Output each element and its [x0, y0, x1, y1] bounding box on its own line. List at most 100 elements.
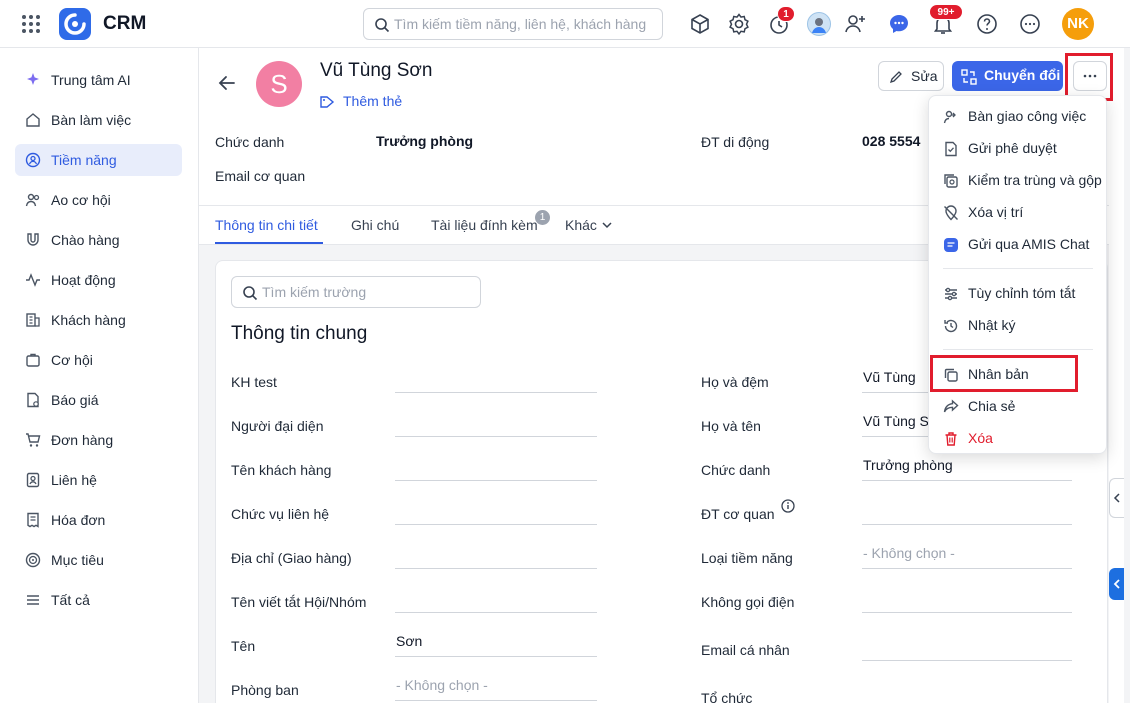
active-tab-indicator [215, 242, 323, 244]
field-label: Phòng ban [231, 682, 299, 698]
section-title: Thông tin chung [231, 323, 368, 344]
field-label: Họ và tên [701, 418, 761, 434]
field-input[interactable] [395, 453, 597, 481]
users-icon [25, 193, 40, 207]
sidebar-item-11[interactable]: Liên hệ [15, 464, 182, 496]
menu-item-7[interactable]: Nhật ký [929, 310, 1108, 342]
menu-item-4[interactable]: Xóa vị trí [929, 197, 1108, 229]
field-value: Vũ Tùng S [863, 413, 929, 429]
summary-mobile-value: 028 5554 [862, 133, 921, 149]
messenger-icon[interactable] [887, 12, 911, 36]
menu-item-1[interactable]: Bàn giao công việc [929, 101, 1108, 133]
expand-panel-handle[interactable] [1109, 568, 1125, 600]
sidebar-item-4[interactable]: Ao cơ hội [15, 184, 182, 216]
sidebar-item-label: Hóa đơn [51, 512, 106, 528]
edit-button[interactable]: Sửa [878, 61, 944, 91]
more-circle-icon[interactable] [1018, 12, 1042, 36]
highlight-more-button [1065, 53, 1113, 101]
global-search[interactable] [363, 8, 663, 40]
sidebar-item-14[interactable]: Tất cả [15, 584, 182, 616]
menu-item-label: Xóa [968, 430, 993, 446]
field-input[interactable] [862, 681, 1072, 703]
add-tag-label: Thêm thẻ [343, 93, 403, 109]
field-input[interactable] [862, 585, 1072, 613]
sidebar-item-label: Liên hệ [51, 472, 97, 488]
field-label: Địa chỉ (Giao hàng) [231, 550, 352, 566]
menu-item-5[interactable]: Gửi qua AMIS Chat [929, 229, 1108, 261]
menu-item-label: Tùy chỉnh tóm tắt [968, 285, 1076, 301]
field-search[interactable] [231, 276, 481, 308]
tab-more[interactable]: Khác [565, 217, 613, 233]
summary-mobile-label: ĐT di động [701, 134, 770, 150]
menu-item-label: Gửi phê duyệt [968, 140, 1057, 156]
attachments-count-badge: 1 [535, 210, 550, 225]
field-input[interactable] [395, 497, 597, 525]
tab-notes[interactable]: Ghi chú [351, 217, 399, 233]
menu-item-label: Bàn giao công việc [968, 108, 1087, 124]
sidebar-item-label: Hoạt động [51, 272, 116, 288]
field-search-input[interactable] [262, 278, 472, 306]
field-label: Tổ chức [701, 690, 753, 703]
tab-details[interactable]: Thông tin chi tiết [215, 217, 318, 233]
menu-item-label: Kiểm tra trùng và gộp [968, 172, 1102, 188]
sidebar-item-label: Trung tâm AI [51, 72, 131, 88]
quote-icon [27, 392, 39, 408]
sidebar-item-1[interactable]: Trung tâm AI [15, 64, 182, 96]
field-input[interactable]: - Không chọn - [862, 541, 1072, 569]
field-input[interactable] [395, 541, 597, 569]
convert-button[interactable]: Chuyển đổi [952, 61, 1063, 91]
tab-attachments[interactable]: Tài liệu đính kèm [431, 217, 538, 233]
search-input[interactable] [394, 10, 656, 38]
user-avatar[interactable]: NK [1062, 8, 1094, 40]
help-icon[interactable] [975, 12, 999, 36]
field-label: Chức vụ liên hệ [231, 506, 330, 522]
field-input[interactable] [862, 497, 1072, 525]
notification-badge: 99+ [929, 4, 963, 20]
menu-item-9[interactable]: Chia sẻ [929, 391, 1108, 423]
apps-grid-icon[interactable] [21, 14, 41, 34]
sidebar-item-label: Đơn hàng [51, 432, 114, 448]
field-input[interactable] [395, 585, 597, 613]
field-input[interactable]: Trưởng phòng [862, 453, 1072, 481]
page-scrollbar[interactable] [1124, 48, 1130, 703]
menu-item-2[interactable]: Gửi phê duyệt [929, 133, 1108, 165]
back-arrow-icon[interactable] [218, 74, 236, 92]
sidebar-item-label: Tiềm năng [51, 152, 117, 168]
menu-item-10[interactable]: Xóa [929, 423, 1108, 455]
sidebar-item-7[interactable]: Khách hàng [15, 304, 182, 336]
menu-item-label: Gửi qua AMIS Chat [968, 236, 1090, 252]
field-input[interactable]: - Không chọn - [395, 673, 597, 701]
collapse-handle[interactable] [1109, 478, 1125, 518]
box-search-icon[interactable] [688, 12, 712, 36]
sidebar-item-6[interactable]: Hoạt động [15, 264, 182, 296]
gear-icon[interactable] [727, 12, 751, 36]
add-user-icon[interactable] [843, 12, 867, 36]
sidebar-item-10[interactable]: Đơn hàng [15, 424, 182, 456]
timer-badge: 1 [777, 6, 795, 22]
crm-logo-icon[interactable] [59, 8, 91, 40]
field-label: Tên khách hàng [231, 462, 332, 478]
field-input[interactable] [395, 409, 597, 437]
info-icon[interactable] [781, 499, 795, 513]
sliders-icon [945, 287, 957, 301]
sidebar-item-5[interactable]: Chào hàng [15, 224, 182, 256]
record-avatar: S [256, 61, 302, 107]
search-icon [375, 18, 390, 33]
sidebar-item-label: Chào hàng [51, 232, 120, 248]
sidebar-item-12[interactable]: Hóa đơn [15, 504, 182, 536]
field-input[interactable] [862, 633, 1072, 661]
tab-more-label: Khác [565, 217, 597, 233]
menu-item-3[interactable]: Kiểm tra trùng và gộp [929, 165, 1108, 197]
sidebar-item-2[interactable]: Bàn làm việc [15, 104, 182, 136]
field-input[interactable] [395, 365, 597, 393]
history-icon [944, 319, 958, 333]
sidebar-item-13[interactable]: Mục tiêu [15, 544, 182, 576]
chevron-left-icon [1113, 579, 1120, 589]
sidebar-item-8[interactable]: Cơ hội [15, 344, 182, 376]
menu-item-label: Chia sẻ [968, 398, 1016, 414]
sidebar-item-3[interactable]: Tiềm năng [15, 144, 182, 176]
menu-item-6[interactable]: Tùy chỉnh tóm tắt [929, 278, 1108, 310]
sidebar-item-9[interactable]: Báo giá [15, 384, 182, 416]
field-input[interactable]: Sơn [395, 629, 597, 657]
assistant-avatar-icon[interactable] [807, 12, 831, 36]
